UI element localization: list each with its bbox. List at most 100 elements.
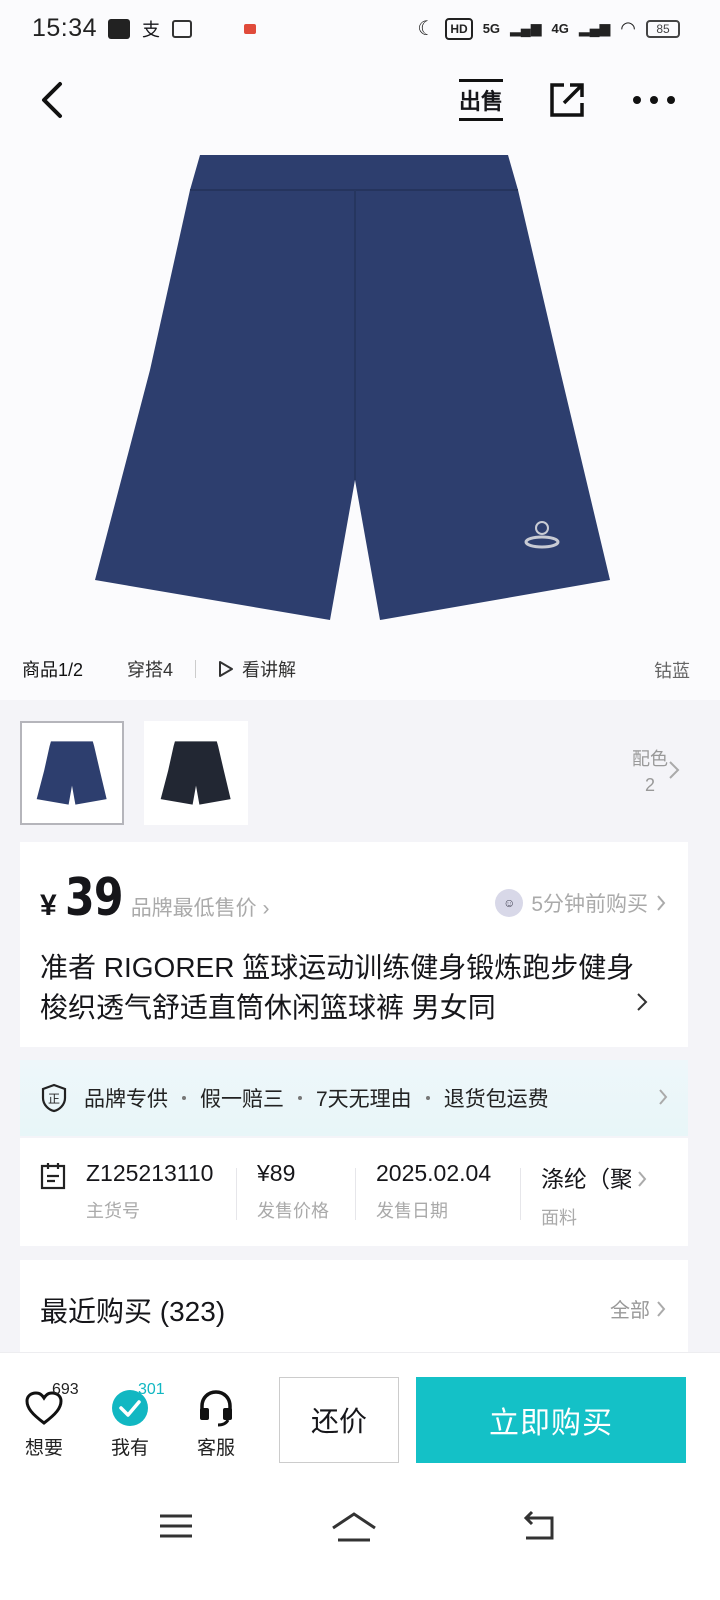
signal-5g-icon: 5G: [482, 21, 501, 36]
spec-label: 发售日期: [376, 1201, 448, 1221]
notification-icons: 支: [108, 16, 256, 42]
currency-symbol: ¥: [40, 889, 57, 922]
chevron-right-icon: [659, 1089, 668, 1105]
bargain-button[interactable]: 还价: [279, 1377, 399, 1463]
variant-thumb-navy[interactable]: [20, 721, 124, 825]
play-icon: [219, 661, 234, 677]
want-count: 693: [52, 1381, 79, 1398]
shield-icon: 正: [41, 1083, 67, 1113]
customer-service-label: 客服: [196, 1438, 235, 1459]
spec-icon-wrap: [20, 1138, 86, 1246]
back-arrow-icon: [42, 82, 62, 118]
chevron-right-icon: [657, 1300, 666, 1317]
own-label: 我有: [110, 1438, 149, 1459]
thumb-shorts-image: [36, 741, 107, 805]
product-title[interactable]: 准者 RIGORER 篮球运动训练健身锻炼跑步健身 梭织透气舒适直筒休闲篮球裤 …: [40, 948, 660, 1028]
color-count-value: 2: [644, 775, 655, 795]
spec-value: Z125213110: [86, 1160, 214, 1186]
separator-dot: [182, 1096, 186, 1100]
menu-nav-icon[interactable]: [158, 1510, 194, 1542]
service-item: 假一赔三: [200, 1088, 284, 1111]
product-image: [95, 155, 610, 620]
recent-purchases-card: 最近购买 (323) 全部: [20, 1260, 688, 1360]
headset-icon-wrap: [196, 1383, 236, 1433]
alipay-icon: 支: [142, 20, 160, 40]
service-item: 品牌专供: [84, 1088, 168, 1111]
home-nav-icon[interactable]: [330, 1510, 378, 1546]
product-specs[interactable]: Z125213110 主货号 ¥89 发售价格 2025.02.04 发售日期 …: [20, 1138, 688, 1246]
spec-item: 2025.02.04 发售日期: [356, 1138, 520, 1246]
customer-service-button[interactable]: 客服: [186, 1383, 246, 1460]
status-bar: 15:34 支 ☾ HD 5G ▂▄▆ 4G ▂▄▆ ◠ 85: [0, 0, 720, 56]
more-button[interactable]: [628, 76, 680, 124]
lowest-price-label: 品牌最低售价: [130, 897, 257, 920]
tab-product[interactable]: 商品1/2: [22, 656, 83, 682]
want-button[interactable]: 693 想要: [14, 1381, 79, 1460]
tab-video-explain[interactable]: 看讲解: [218, 656, 296, 682]
separator-dot: [298, 1096, 302, 1100]
chevron-right-icon: [669, 761, 680, 779]
spec-item: Z125213110 主货号: [86, 1138, 236, 1246]
buyer-avatar: ☺: [495, 889, 524, 917]
price-card: ¥ 39 品牌最低售价 › ☺ 5分钟前购买 准者 RIGORER 篮球运动训练…: [20, 842, 688, 1047]
color-count-button[interactable]: 配色 2: [632, 746, 668, 798]
system-status-icons: ☾ HD 5G ▂▄▆ 4G ▂▄▆ ◠ 85: [417, 16, 680, 41]
signal-bars-icon-2: ▂▄▆: [578, 20, 611, 36]
recent-purchase-label: 5分钟前购买: [531, 893, 648, 916]
clock: 15:34: [32, 14, 98, 42]
thumb-shorts-image-2: [160, 741, 231, 805]
variant-thumb-black[interactable]: [144, 721, 248, 825]
share-button[interactable]: [543, 76, 591, 124]
spec-item: ¥89 发售价格: [237, 1138, 355, 1246]
red-app-icon: [244, 24, 256, 34]
tab-divider: [195, 660, 197, 678]
view-all-link[interactable]: 全部: [610, 1294, 666, 1323]
calendar-icon: [40, 1163, 66, 1190]
service-item: 7天无理由: [316, 1088, 412, 1111]
own-count: 301: [138, 1381, 165, 1398]
more-dots-icon: [633, 96, 675, 104]
service-guarantees[interactable]: 正 品牌专供 假一赔三 7天无理由 退货包运费: [20, 1060, 688, 1136]
spec-label: 面料: [541, 1208, 577, 1228]
service-item: 退货包运费: [443, 1088, 549, 1111]
separator-dot: [425, 1096, 430, 1100]
recent-purchases-title: 最近购买 (323): [40, 1296, 226, 1327]
back-nav-icon[interactable]: [520, 1510, 558, 1542]
spec-value: ¥89: [257, 1160, 296, 1186]
signal-bars-icon: ▂▄▆: [510, 20, 542, 36]
back-button[interactable]: [28, 76, 76, 124]
variant-thumbnails: [20, 721, 248, 825]
price-row: ¥ 39 品牌最低售价 ›: [40, 868, 270, 928]
signal-4g-icon: 4G: [551, 21, 569, 36]
chevron-right-icon: [638, 1171, 647, 1187]
moon-icon: ☾: [417, 18, 436, 40]
card-icon: [172, 20, 192, 38]
gallery-tabs: 商品1/2 穿搭4 看讲解 钴蓝: [22, 645, 702, 693]
tab-outfit[interactable]: 穿搭4: [127, 656, 173, 682]
wifi-icon: ◠: [620, 18, 636, 38]
sell-label: 出售: [458, 79, 503, 121]
share-icon: [550, 83, 584, 117]
price-value: 39: [64, 868, 124, 928]
headset-icon: [200, 1390, 232, 1427]
own-button[interactable]: 301 我有: [100, 1381, 165, 1460]
spec-value: 2025.02.04: [376, 1160, 492, 1186]
spec-item: 涤纶（聚 面料: [521, 1138, 631, 1246]
sell-button[interactable]: 出售: [456, 76, 506, 124]
hd-icon: HD: [445, 17, 473, 40]
chevron-right-icon: [637, 993, 648, 1011]
current-color-name: 钴蓝: [654, 661, 690, 681]
system-navigation-bar: [0, 1488, 720, 1600]
want-label: 想要: [24, 1438, 63, 1459]
buy-now-button[interactable]: 立即购买: [416, 1377, 686, 1463]
spec-label: 主货号: [86, 1201, 140, 1221]
lowest-price-link[interactable]: 品牌最低售价 ›: [131, 892, 270, 922]
svg-text:正: 正: [48, 1092, 60, 1106]
color-count-label: 配色: [632, 749, 668, 769]
app-notification-icon: [108, 19, 130, 39]
battery-icon: 85: [646, 19, 680, 38]
spec-value: 涤纶（聚: [541, 1166, 631, 1192]
spec-label: 发售价格: [257, 1201, 329, 1221]
recent-purchase-link[interactable]: ☺ 5分钟前购买: [495, 888, 666, 918]
video-label: 看讲解: [242, 660, 297, 680]
